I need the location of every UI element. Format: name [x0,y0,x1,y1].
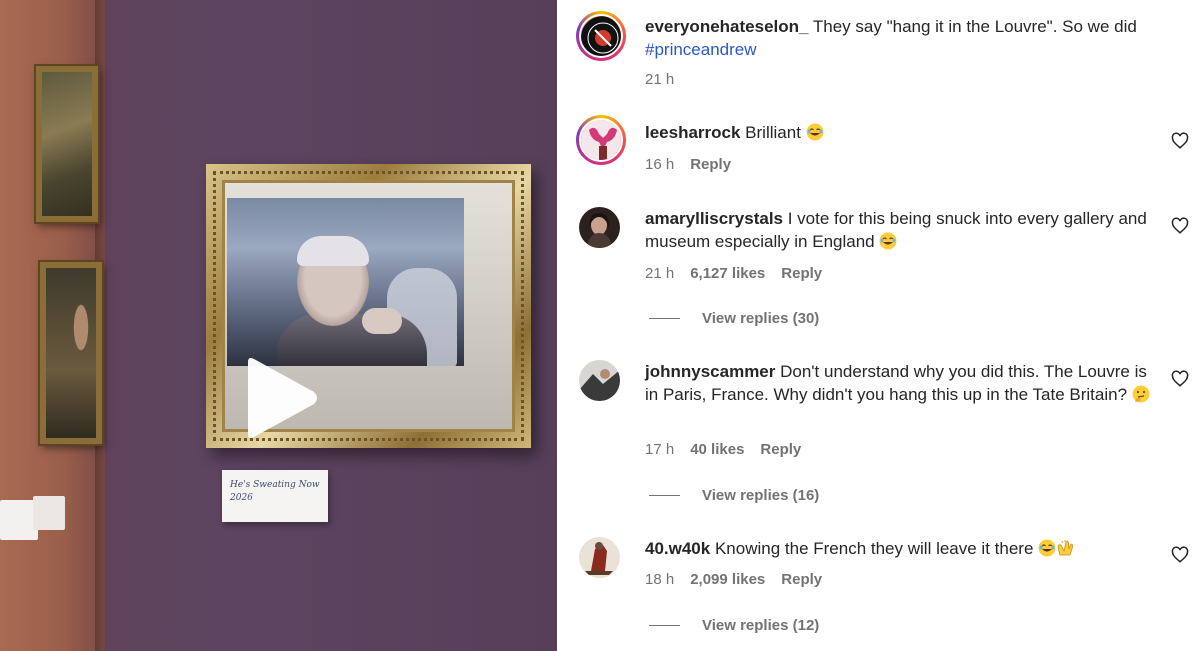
comment-meta: 21 h 6,127 likes Reply [645,265,822,282]
reply-button[interactable]: Reply [760,441,801,458]
laughing-emoji [1038,539,1056,557]
avatar[interactable] [576,115,626,165]
clapping-hands-emoji [1057,540,1074,556]
comment-body: Knowing the French they will leave it th… [710,539,1039,558]
comment-text: 40.w40k Knowing the French they will lea… [645,537,1165,560]
likes-count[interactable]: 40 likes [690,441,744,458]
person-hair [297,236,369,266]
background-painting-bottom [40,262,102,444]
hashtag-link[interactable]: #princeandrew [645,40,757,59]
comment-username[interactable]: johnnyscammer [645,362,775,381]
like-heart-icon[interactable] [1171,217,1189,235]
avatar[interactable] [579,537,620,578]
comment-body: Brilliant [740,123,806,142]
avatar[interactable] [576,11,626,61]
replies-divider [649,625,680,626]
play-icon[interactable] [240,356,320,440]
view-replies-button[interactable]: View replies (12) [649,617,819,634]
view-replies-label[interactable]: View replies (12) [702,617,819,634]
comment-username[interactable]: amarylliscrystals [645,209,783,228]
caption-username[interactable]: everyonehateselon_ [645,17,808,36]
thinking-emoji [1132,385,1150,403]
like-heart-icon[interactable] [1171,132,1189,150]
reply-button[interactable]: Reply [690,156,731,173]
video-player[interactable]: He's Sweating Now 2026 [0,0,557,651]
laughing-emoji [879,232,897,250]
caption-body: They say "hang it in the Louvre". So we … [808,17,1137,36]
plaque-year: 2026 [230,493,253,503]
avatar-image-icon [579,207,620,248]
avatar[interactable] [579,207,620,248]
wall-sign-secondary [33,496,65,530]
replies-divider [649,495,680,496]
avatar-logo-icon [581,16,621,56]
comment-meta: 18 h 2,099 likes Reply [645,571,822,588]
view-replies-button[interactable]: View replies (30) [649,310,819,327]
avatar-image-icon [579,537,620,578]
background-painting-top [36,66,98,222]
likes-count[interactable]: 2,099 likes [690,571,765,588]
comment-text: johnnyscammer Don't understand why you d… [645,360,1150,406]
caption-time: 21 h [645,71,675,88]
plaque-title: He's Sweating Now [230,480,320,490]
comment-time: 17 h [645,441,675,458]
comment-username[interactable]: leesharrock [645,123,740,142]
avatar-image-icon [579,360,620,401]
reply-button[interactable]: Reply [781,571,822,588]
reply-button[interactable]: Reply [781,265,822,282]
avatar[interactable] [579,360,620,401]
view-replies-label[interactable]: View replies (30) [702,310,819,327]
avatar-image-icon [581,120,621,160]
replies-divider [649,318,680,319]
view-replies-label[interactable]: View replies (16) [702,487,819,504]
framed-photo [227,198,464,366]
view-replies-button[interactable]: View replies (16) [649,487,819,504]
caption-text: everyonehateselon_ They say "hang it in … [645,15,1165,61]
comment-time: 21 h [645,265,675,282]
likes-count[interactable]: 6,127 likes [690,265,765,282]
comment-username[interactable]: 40.w40k [645,539,710,558]
comment-text: amarylliscrystals I vote for this being … [645,207,1150,253]
like-heart-icon[interactable] [1171,370,1189,388]
caption-meta: 21 h [645,71,674,88]
like-heart-icon[interactable] [1171,546,1189,564]
laughing-emoji [806,123,824,141]
comment-meta: 17 h 40 likes Reply [645,441,801,458]
comment-meta: 16 h Reply [645,156,731,173]
comment-text: leesharrock Brilliant [645,121,1165,144]
comments-panel[interactable]: everyonehateselon_ They say "hang it in … [557,0,1200,651]
artwork-plaque: He's Sweating Now 2026 [222,470,328,522]
comment-time: 16 h [645,156,675,173]
comment-time: 18 h [645,571,675,588]
person-hands [362,308,402,334]
